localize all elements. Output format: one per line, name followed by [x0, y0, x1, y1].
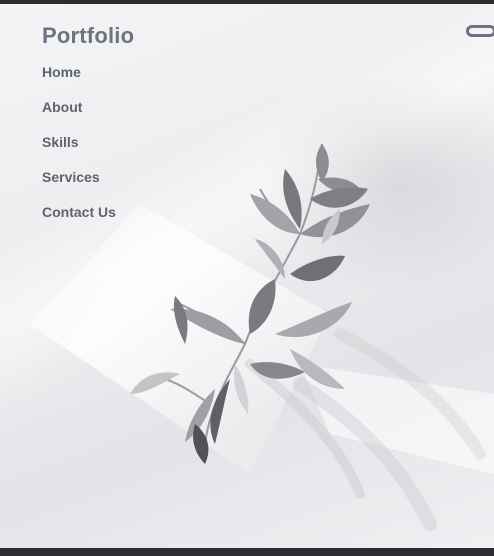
toggle-switch-icon[interactable]	[466, 25, 494, 37]
bottom-bar	[0, 548, 494, 556]
nav-link-skills[interactable]: Skills	[42, 134, 79, 150]
nav-link-about[interactable]: About	[42, 99, 82, 115]
nav-item-home: Home	[42, 64, 116, 99]
logo[interactable]: Portfolio	[42, 23, 134, 49]
nav-link-home[interactable]: Home	[42, 64, 81, 80]
nav-item-contact: Contact Us	[42, 204, 116, 239]
nav-item-services: Services	[42, 169, 116, 204]
nav-link-contact-us[interactable]: Contact Us	[42, 204, 116, 220]
nav-item-skills: Skills	[42, 134, 116, 169]
nav-item-about: About	[42, 99, 116, 134]
hero-background: Portfolio Home About Skills Services Con…	[0, 4, 494, 548]
nav-link-services[interactable]: Services	[42, 169, 100, 185]
nav-menu: Home About Skills Services Contact Us	[42, 64, 116, 239]
